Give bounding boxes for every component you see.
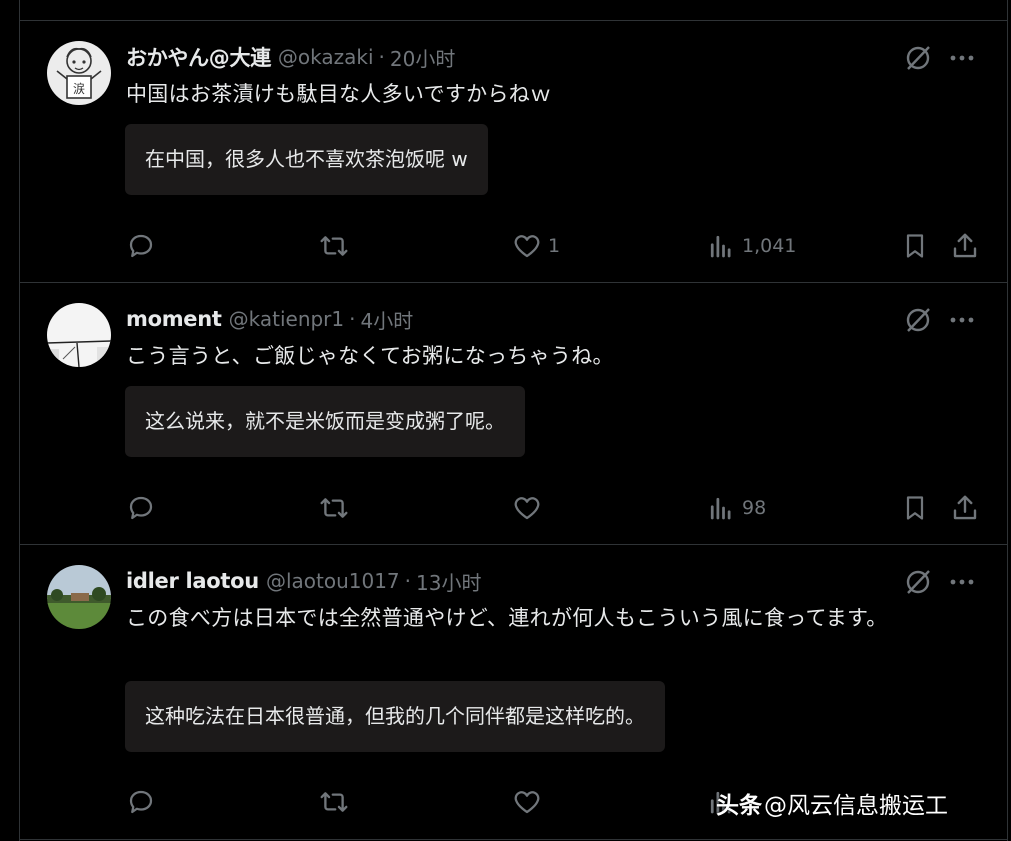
action-bar: 98	[126, 491, 977, 525]
bookmark-icon	[906, 496, 924, 520]
repost-icon	[320, 236, 348, 256]
like-icon	[514, 791, 540, 814]
grok-icon[interactable]	[904, 568, 932, 596]
user-handle[interactable]: @katienpr1	[229, 307, 345, 331]
avatar[interactable]	[47, 303, 111, 367]
user-handle[interactable]: @okazaki	[278, 45, 374, 69]
repost-button[interactable]	[318, 229, 356, 263]
display-name[interactable]: おかやん@大連	[126, 42, 271, 72]
avatar[interactable]	[47, 565, 111, 629]
display-name[interactable]: moment	[126, 307, 222, 331]
views-button[interactable]: 1,041	[706, 229, 796, 263]
like-count: 1	[548, 235, 561, 257]
views-button[interactable]: 98	[706, 491, 766, 525]
user-handle[interactable]: @laotou1017	[266, 569, 400, 593]
post-header: おかやん@大連 @okazaki · 20小时	[126, 42, 455, 72]
grok-icon[interactable]	[904, 44, 932, 72]
reply-button[interactable]	[126, 491, 162, 525]
timeline: 涙 おかやん@大連 @okazaki · 20小时 中国はお茶漬けも駄目な人多い…	[19, 0, 1008, 841]
bookmark-icon	[906, 234, 924, 258]
bookmark-button[interactable]	[901, 229, 929, 263]
translation-box: 这么说来，就不是米饭而是变成粥了呢。	[125, 386, 525, 457]
like-button[interactable]: 1	[512, 229, 560, 263]
like-icon	[514, 497, 540, 520]
repost-button[interactable]	[318, 491, 356, 525]
repost-icon	[320, 792, 348, 812]
action-bar: 1 1,041	[126, 229, 977, 263]
views-icon	[710, 235, 731, 258]
like-icon	[514, 235, 540, 258]
reply-button[interactable]	[126, 229, 162, 263]
repost-button[interactable]	[318, 785, 356, 819]
post-time[interactable]: 4小时	[361, 305, 414, 334]
more-icon[interactable]	[947, 44, 977, 72]
reply-icon	[129, 234, 153, 258]
like-button[interactable]	[512, 785, 548, 819]
post-text: 中国はお茶漬けも駄目な人多いですからねｗ	[126, 82, 552, 106]
views-icon	[710, 497, 731, 520]
separator: ·	[349, 307, 356, 331]
more-icon[interactable]	[947, 306, 977, 334]
share-button[interactable]	[950, 229, 980, 263]
white-abstract-avatar-icon	[47, 303, 111, 367]
more-icon[interactable]	[947, 568, 977, 596]
svg-text:涙: 涙	[73, 81, 85, 96]
share-icon	[953, 495, 977, 520]
separator: ·	[404, 569, 412, 593]
views-count: 98	[742, 497, 767, 519]
share-button[interactable]	[950, 491, 980, 525]
post[interactable]: moment @katienpr1 · 4小时 こう言うと、ご飯じゃなくてお粥に…	[20, 283, 1007, 545]
watermark-brand: 头条	[716, 793, 762, 819]
reply-icon	[129, 790, 153, 814]
bookmark-button[interactable]	[901, 491, 929, 525]
repost-icon	[320, 498, 348, 518]
watermark-text: @风云信息搬运工	[764, 793, 948, 819]
post-header: idler laotou @laotou1017 · 13小时	[126, 566, 481, 596]
grok-icon[interactable]	[904, 306, 932, 334]
translation-box: 这种吃法在日本很普通，但我的几个同伴都是这样吃的。	[125, 681, 665, 752]
share-icon	[953, 233, 977, 258]
views-count: 1,041	[742, 235, 797, 257]
post-time[interactable]: 13小时	[416, 567, 481, 596]
post-text: この食べ方は日本では全然普通やけど、連れが何人もこういう風に食ってます。	[126, 606, 888, 630]
post[interactable]: 涙 おかやん@大連 @okazaki · 20小时 中国はお茶漬けも駄目な人多い…	[20, 21, 1007, 283]
post-text: こう言うと、ご飯じゃなくてお粥になっちゃうね。	[126, 344, 614, 368]
cartoon-drawing-avatar-icon: 涙	[47, 41, 111, 105]
like-button[interactable]	[512, 491, 548, 525]
avatar[interactable]: 涙	[47, 41, 111, 105]
post-time[interactable]: 20小时	[390, 43, 455, 72]
display-name[interactable]: idler laotou	[126, 569, 259, 593]
landscape-photo-avatar-icon	[47, 565, 111, 629]
previous-post-edge	[20, 0, 1007, 21]
reply-icon	[129, 496, 153, 520]
separator: ·	[378, 45, 385, 69]
reply-button[interactable]	[126, 785, 162, 819]
watermark: 头条 @风云信息搬运工	[716, 785, 994, 821]
post-header: moment @katienpr1 · 4小时	[126, 304, 413, 334]
translation-box: 在中国，很多人也不喜欢茶泡饭呢 w	[125, 124, 488, 195]
